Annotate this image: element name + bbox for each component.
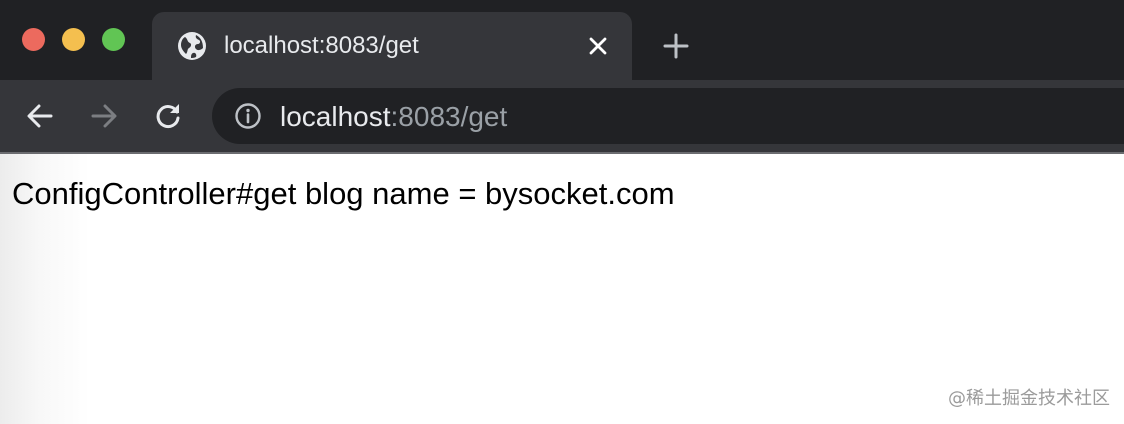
toolbar: localhost:8083/get (0, 80, 1124, 152)
tab-title: localhost:8083/get (224, 32, 419, 59)
address-bar[interactable]: localhost:8083/get (212, 88, 1124, 144)
browser-window: localhost:8083/get localhost:8083/get Co… (0, 0, 1124, 424)
globe-icon (178, 32, 206, 60)
tab-strip: localhost:8083/get (0, 0, 1124, 80)
url-host: localhost (280, 101, 391, 132)
arrow-right-icon[interactable] (88, 100, 120, 132)
plus-icon[interactable] (662, 32, 690, 60)
reload-icon[interactable] (152, 100, 184, 132)
watermark: @稀土掘金技术社区 (948, 388, 1110, 409)
arrow-left-icon[interactable] (24, 100, 56, 132)
page-content: ConfigController#get blog name = bysocke… (0, 154, 1124, 424)
close-icon[interactable] (586, 34, 610, 58)
minimize-window-button[interactable] (62, 28, 85, 51)
zoom-window-button[interactable] (102, 28, 125, 51)
response-text: ConfigController#get blog name = bysocke… (12, 176, 675, 211)
url-text[interactable]: localhost:8083/get (280, 102, 507, 132)
tab-active[interactable]: localhost:8083/get (152, 12, 632, 80)
close-window-button[interactable] (22, 28, 45, 51)
url-path: :8083/get (390, 101, 508, 132)
info-icon[interactable] (234, 102, 262, 130)
